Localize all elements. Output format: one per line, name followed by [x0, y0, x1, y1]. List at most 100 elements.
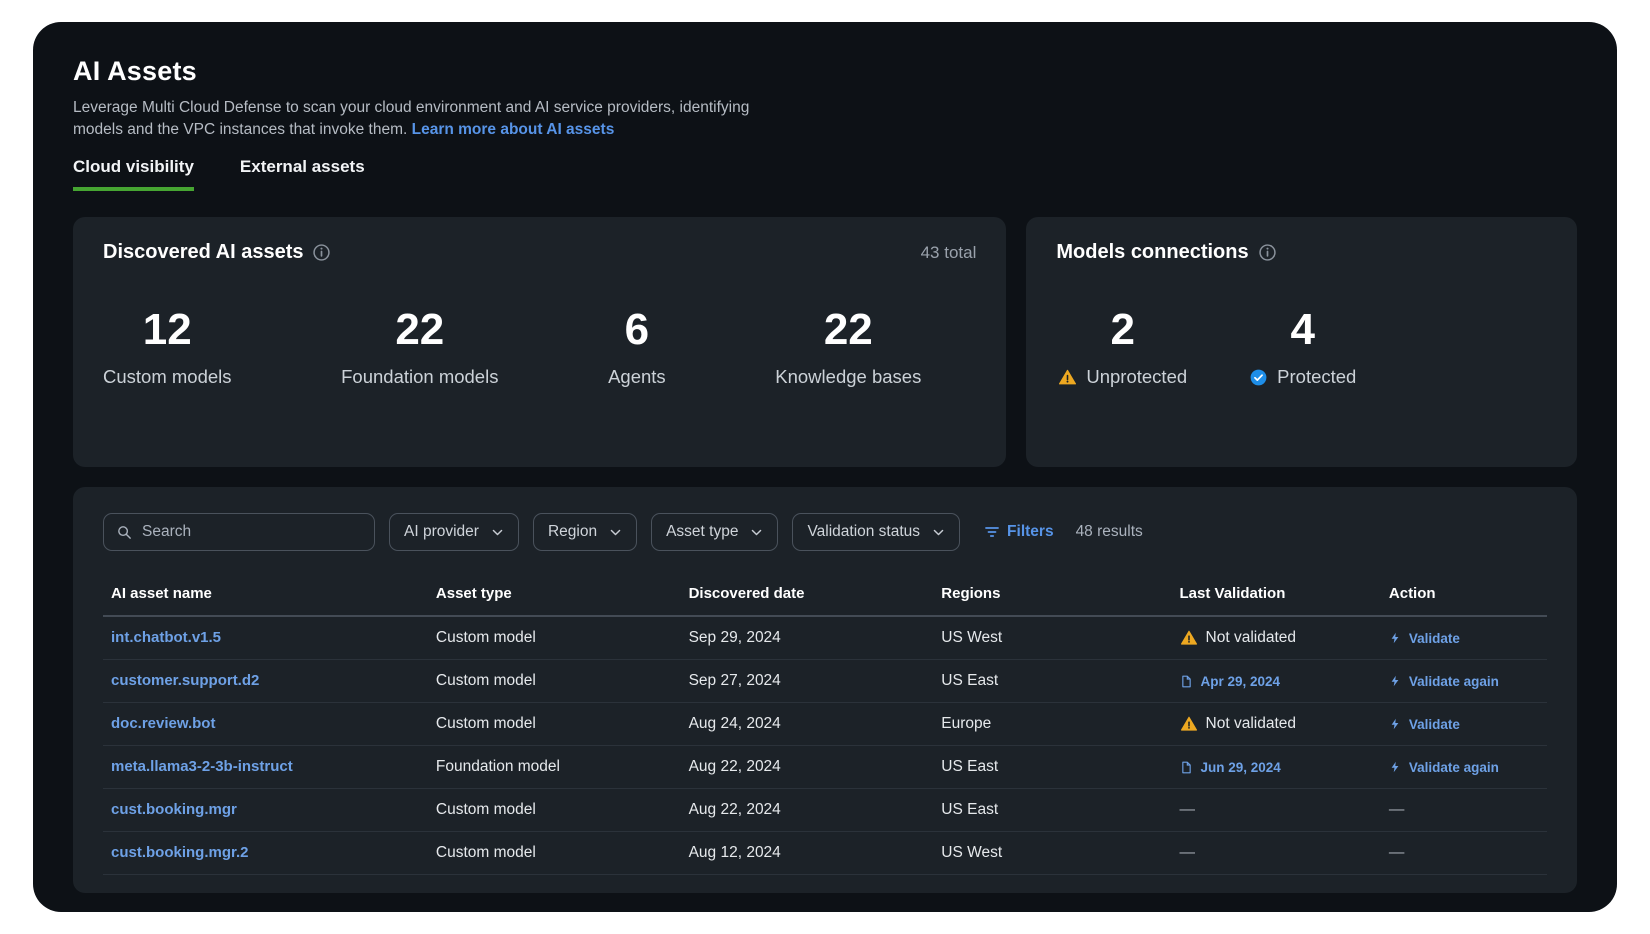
validate-link[interactable]: Validate	[1409, 631, 1460, 646]
stat-label: Agents	[608, 366, 666, 388]
dropdown-ai-provider[interactable]: AI provider	[389, 513, 519, 551]
discovered-date-cell: Aug 12, 2024	[681, 832, 934, 875]
filters-button[interactable]: Filters	[984, 523, 1054, 541]
validation-text: Apr 29, 2024	[1201, 674, 1281, 689]
stat-value: 2	[1058, 308, 1187, 352]
dropdown-asset-type[interactable]: Asset type	[651, 513, 778, 551]
validation-text: Not validated	[1206, 629, 1296, 647]
stat-label: Protected	[1277, 366, 1356, 388]
results-count: 48 results	[1076, 523, 1143, 541]
discovered-date-cell: Aug 22, 2024	[681, 789, 934, 832]
validation-cell: Jun 29, 2024	[1172, 746, 1381, 789]
assets-table: AI asset name Asset type Discovered date…	[103, 575, 1547, 875]
tab-cloud-visibility[interactable]: Cloud visibility	[73, 157, 194, 191]
chevron-down-icon	[491, 526, 504, 539]
tab-bar: Cloud visibility External assets	[73, 157, 1577, 191]
discovered-date-cell: Sep 29, 2024	[681, 616, 934, 660]
column-header-regions: Regions	[933, 575, 1171, 616]
validate-link[interactable]: Validate again	[1409, 760, 1499, 775]
warning-icon	[1058, 368, 1077, 387]
validation-cell: Not validated	[1172, 703, 1381, 746]
stat-value: 22	[775, 308, 921, 352]
validate-link[interactable]: Validate	[1409, 717, 1460, 732]
table-row: cust.booking.mgr.2 Custom model Aug 12, …	[103, 832, 1547, 875]
warning-icon	[1180, 715, 1198, 733]
action-cell: Validate	[1381, 703, 1547, 746]
summary-cards-row: Discovered AI assets 43 total 12 Custom …	[33, 217, 1617, 467]
stat-knowledge-bases: 22 Knowledge bases	[775, 308, 921, 388]
search-box[interactable]	[103, 513, 375, 551]
warning-icon	[1180, 629, 1198, 647]
validation-cell: Apr 29, 2024	[1172, 660, 1381, 703]
table-row: doc.review.bot Custom model Aug 24, 2024…	[103, 703, 1547, 746]
stat-label: Unprotected	[1086, 366, 1187, 388]
tab-external-assets[interactable]: External assets	[240, 157, 365, 191]
region-cell: US East	[933, 789, 1171, 832]
stat-label: Knowledge bases	[775, 366, 921, 388]
page-title: AI Assets	[73, 56, 1577, 87]
action-cell: —	[1381, 789, 1547, 832]
stat-label: Foundation models	[341, 366, 498, 388]
asset-type-cell: Custom model	[428, 703, 681, 746]
chevron-down-icon	[932, 526, 945, 539]
validate-icon	[1389, 760, 1401, 774]
filter-icon	[984, 524, 1000, 540]
total-count-label: 43 total	[921, 243, 977, 263]
dropdown-validation-status[interactable]: Validation status	[792, 513, 960, 551]
info-icon[interactable]	[1259, 244, 1276, 261]
validation-text: —	[1180, 844, 1196, 862]
dropdown-region[interactable]: Region	[533, 513, 637, 551]
connections-stats: 2 Unprotected 4 Protected	[1056, 308, 1547, 388]
asset-name-link[interactable]: int.chatbot.v1.5	[111, 629, 221, 646]
validate-icon	[1389, 717, 1401, 731]
action-cell: Validate again	[1381, 746, 1547, 789]
models-connections-card: Models connections 2 Unprotected	[1026, 217, 1577, 467]
chevron-down-icon	[750, 526, 763, 539]
app-shell: AI Assets Leverage Multi Cloud Defense t…	[33, 22, 1617, 912]
discovered-date-cell: Sep 27, 2024	[681, 660, 934, 703]
column-header-type: Asset type	[428, 575, 681, 616]
stat-protected: 4 Protected	[1249, 308, 1356, 388]
stat-value: 22	[341, 308, 498, 352]
stat-value: 4	[1249, 308, 1356, 352]
column-header-validation: Last Validation	[1172, 575, 1381, 616]
stat-foundation-models: 22 Foundation models	[341, 308, 498, 388]
validate-link: —	[1389, 844, 1405, 862]
asset-name-link[interactable]: cust.booking.mgr	[111, 801, 237, 818]
info-icon[interactable]	[313, 244, 330, 261]
region-cell: US East	[933, 746, 1171, 789]
asset-name-link[interactable]: customer.support.d2	[111, 672, 259, 689]
validate-link: —	[1389, 801, 1405, 819]
action-cell: Validate again	[1381, 660, 1547, 703]
page-description: Leverage Multi Cloud Defense to scan you…	[73, 97, 773, 141]
check-circle-icon	[1249, 368, 1268, 387]
region-cell: US East	[933, 660, 1171, 703]
search-input[interactable]	[142, 523, 362, 541]
table-row: meta.llama3-2-3b-instruct Foundation mod…	[103, 746, 1547, 789]
learn-more-link[interactable]: Learn more about AI assets	[412, 121, 615, 138]
table-row: cust.booking.mgr Custom model Aug 22, 20…	[103, 789, 1547, 832]
asset-name-link[interactable]: meta.llama3-2-3b-instruct	[111, 758, 293, 775]
asset-name-link[interactable]: doc.review.bot	[111, 715, 215, 732]
dropdown-label: AI provider	[404, 523, 479, 541]
validation-text: Not validated	[1206, 715, 1296, 733]
stat-value: 12	[103, 308, 232, 352]
page-header: AI Assets Leverage Multi Cloud Defense t…	[33, 22, 1617, 191]
discovered-date-cell: Aug 24, 2024	[681, 703, 934, 746]
validation-cell: —	[1172, 789, 1381, 832]
table-header-row: AI asset name Asset type Discovered date…	[103, 575, 1547, 616]
dropdown-label: Asset type	[666, 523, 738, 541]
stat-custom-models: 12 Custom models	[103, 308, 232, 388]
validate-link[interactable]: Validate again	[1409, 674, 1499, 689]
stat-label: Custom models	[103, 366, 232, 388]
asset-type-cell: Custom model	[428, 616, 681, 660]
validation-text: —	[1180, 801, 1196, 819]
table-row: int.chatbot.v1.5 Custom model Sep 29, 20…	[103, 616, 1547, 660]
asset-name-link[interactable]: cust.booking.mgr.2	[111, 844, 249, 861]
action-cell: —	[1381, 832, 1547, 875]
discovered-date-cell: Aug 22, 2024	[681, 746, 934, 789]
region-cell: US West	[933, 616, 1171, 660]
validation-text: Jun 29, 2024	[1201, 760, 1281, 775]
action-cell: Validate	[1381, 616, 1547, 660]
asset-type-cell: Custom model	[428, 660, 681, 703]
